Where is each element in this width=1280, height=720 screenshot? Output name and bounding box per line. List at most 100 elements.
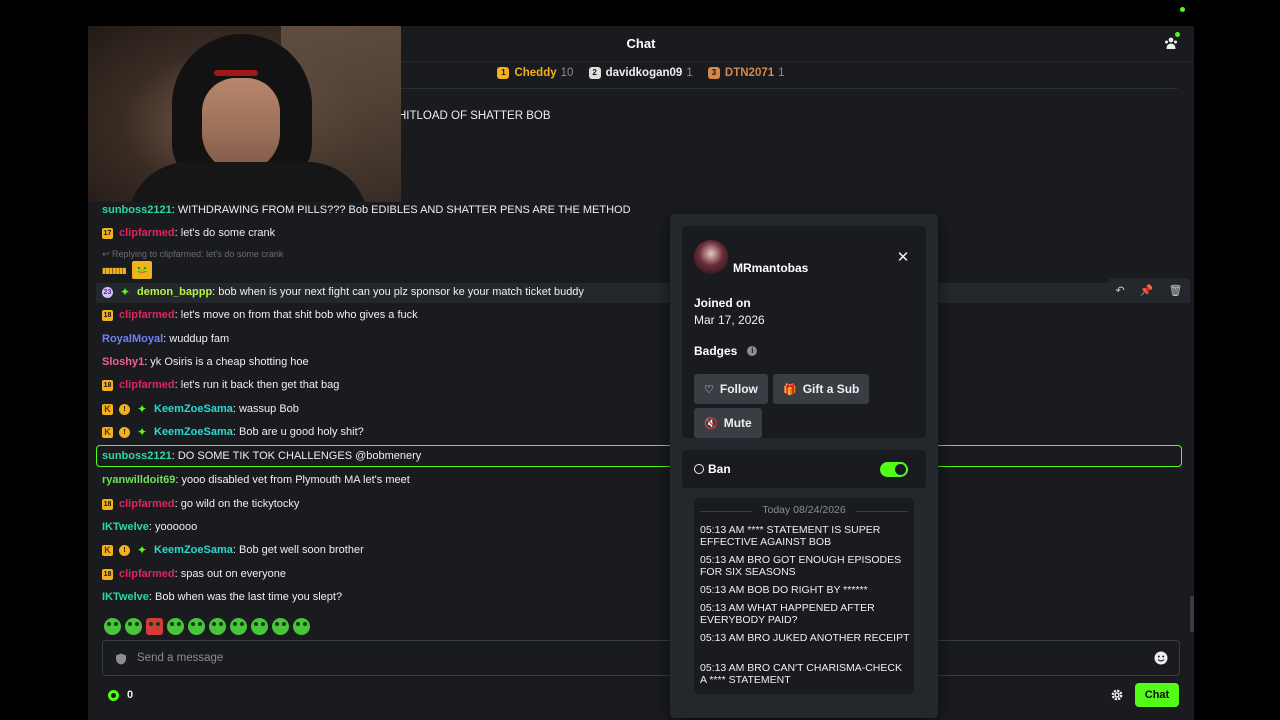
chat-message[interactable]: 18 clipfarmed: go wild on the tickytocky xyxy=(102,494,299,514)
message-text: : bob when is your next fight can you pl… xyxy=(212,286,584,298)
emote-icon[interactable] xyxy=(188,618,205,635)
chat-message[interactable]: IKTwelve: yoooooo xyxy=(102,517,197,537)
gift-icon: 🎁 xyxy=(783,383,797,396)
emote-icon[interactable] xyxy=(125,618,142,635)
gifter-badge-icon: ! xyxy=(119,403,130,415)
emote-icon[interactable] xyxy=(251,618,268,635)
message-username[interactable]: IKTwelve xyxy=(102,587,149,607)
chat-message[interactable]: K ! ✦ KeemZoeSama: wassup Bob xyxy=(102,399,299,419)
message-username[interactable]: ryanwilldoit69 xyxy=(102,470,175,490)
history-time: 05:13 AM xyxy=(700,632,745,644)
webcam-hood-stripe xyxy=(214,70,258,76)
message-username[interactable]: KeemZoeSama xyxy=(154,399,233,419)
emote-icon[interactable] xyxy=(104,618,121,635)
message-username[interactable]: KeemZoeSama xyxy=(154,422,233,442)
emote-icon[interactable] xyxy=(209,618,226,635)
history-text: BOB DO RIGHT BY ****** xyxy=(747,584,868,596)
emote-icon[interactable] xyxy=(146,618,163,635)
og-badge-icon: 23 xyxy=(102,286,113,298)
message-text: : let's do some crank xyxy=(174,227,276,239)
message-username[interactable]: IKTwelve xyxy=(102,517,149,537)
message-text: : wassup Bob xyxy=(232,403,299,415)
heart-icon: ♡ xyxy=(704,383,714,396)
users-icon[interactable] xyxy=(1164,32,1180,50)
emote-icon[interactable] xyxy=(230,618,247,635)
chat-window: Chat 1 Cheddy 10 2 davidkogan09 1 3 DTN2… xyxy=(88,26,1194,720)
emote-icon[interactable] xyxy=(293,618,310,635)
emoji-picker-icon[interactable] xyxy=(1153,650,1169,666)
history-item: 05:13 AM BRO JUKED ANOTHER RECEIPT xyxy=(700,632,910,644)
message-username[interactable]: clipfarmed xyxy=(119,375,175,395)
chat-message[interactable]: 18 clipfarmed: let's run it back then ge… xyxy=(102,375,339,395)
chat-message[interactable]: IKTwelve: Bob when was the last time you… xyxy=(102,587,342,607)
reply-icon[interactable]: ↶ xyxy=(1116,284,1125,297)
chat-message-highlighted[interactable]: sunboss2121: DO SOME TIK TOK CHALLENGES … xyxy=(102,446,421,466)
message-username[interactable]: Sloshy1 xyxy=(102,352,144,372)
message-username[interactable]: clipfarmed xyxy=(119,305,175,325)
chat-message[interactable]: 18 clipfarmed: spas out on everyone xyxy=(102,564,286,584)
message-username[interactable]: clipfarmed xyxy=(119,564,175,584)
reply-text: Replying to clipfarmed: let's do some cr… xyxy=(112,249,284,259)
chat-message[interactable]: RoyalMoyal: wuddup fam xyxy=(102,329,229,349)
leaderboard-entry[interactable]: 3 DTN2071 1 xyxy=(707,67,785,79)
ban-row: Ban xyxy=(682,450,926,488)
mute-label: Mute xyxy=(723,416,752,430)
chat-message[interactable]: 23 ✦ demon_bappp: bob when is your next … xyxy=(102,282,584,302)
gear-icon[interactable] xyxy=(1110,688,1124,702)
ban-toggle[interactable] xyxy=(880,462,908,477)
chat-message[interactable]: sunboss2121: WITHDRAWING FROM PILLS??? B… xyxy=(102,200,631,220)
pin-icon[interactable]: 📌 xyxy=(1140,284,1154,297)
user-card-info: MRmantobas ✕ Joined on Mar 17, 2026 Badg… xyxy=(682,226,926,438)
close-icon[interactable]: ✕ xyxy=(895,250,911,266)
history-time: 05:13 AM xyxy=(700,524,745,536)
reply-indicator[interactable]: ↩ Replying to clipfarmed: let's do some … xyxy=(102,249,283,260)
mute-button[interactable]: 🔇 Mute xyxy=(694,408,762,438)
message-input[interactable] xyxy=(137,641,1117,675)
message-username[interactable]: demon_bappp xyxy=(137,282,212,302)
user-card-username[interactable]: MRmantobas xyxy=(733,261,808,275)
message-username[interactable]: RoyalMoyal xyxy=(102,329,163,349)
message-text: : let's move on from that shit bob who g… xyxy=(174,309,418,321)
users-online-dot xyxy=(1175,32,1180,37)
emote-icon[interactable] xyxy=(167,618,184,635)
leaderboard-entry[interactable]: 1 Cheddy 10 xyxy=(497,67,573,79)
webcam-overlay xyxy=(88,26,401,202)
ban-icon xyxy=(694,464,704,474)
k-badge-icon: K xyxy=(102,544,113,556)
gifter-badge-icon: ! xyxy=(119,426,130,438)
chat-scrollbar[interactable] xyxy=(1190,596,1194,632)
k-badge-icon: K xyxy=(102,403,113,415)
webcam-person-face xyxy=(202,78,280,172)
follow-button[interactable]: ♡ Follow xyxy=(694,374,768,404)
message-username[interactable]: sunboss2121 xyxy=(102,200,172,220)
message-text: : WITHDRAWING FROM PILLS??? Bob EDIBLES … xyxy=(171,204,631,216)
emote-icon[interactable] xyxy=(272,618,289,635)
rank-badge: 1 xyxy=(497,67,510,79)
bars-badge: ▮▮▮▮▮▮▮ xyxy=(102,265,127,275)
message-text: : wuddup fam xyxy=(163,333,230,345)
avatar xyxy=(694,240,728,274)
reply-message[interactable]: ▮▮▮▮▮▮▮ 🐸 xyxy=(102,261,152,279)
info-icon[interactable]: i xyxy=(747,346,758,356)
chat-message[interactable]: 18 clipfarmed: let's move on from that s… xyxy=(102,305,418,325)
message-text: : yooo disabled vet from Plymouth MA let… xyxy=(175,474,410,486)
message-username[interactable]: clipfarmed xyxy=(119,494,175,514)
message-username[interactable]: sunboss2121 xyxy=(102,446,172,466)
sub-badge: 18 xyxy=(102,379,113,391)
leaderboard-entry[interactable]: 2 davidkogan09 1 xyxy=(588,67,693,79)
chat-message[interactable]: K ! ✦ KeemZoeSama: Bob are u good holy s… xyxy=(102,422,364,442)
partial-message: HITLOAD OF SHATTER BOB xyxy=(398,110,551,122)
verified-icon: ✦ xyxy=(119,284,131,299)
chat-message[interactable]: 17 clipfarmed: let's do some crank xyxy=(102,223,275,243)
channel-points[interactable]: 0 xyxy=(108,689,133,701)
chat-message[interactable]: ryanwilldoit69: yooo disabled vet from P… xyxy=(102,470,410,490)
send-chat-button[interactable]: Chat xyxy=(1135,683,1179,707)
chat-message[interactable]: Sloshy1: yk Osiris is a cheap shotting h… xyxy=(102,352,309,372)
message-username[interactable]: clipfarmed xyxy=(119,223,175,243)
gift-sub-button[interactable]: 🎁 Gift a Sub xyxy=(773,374,870,404)
delete-icon[interactable]: 🗑 xyxy=(1169,284,1183,297)
history-item: 05:13 AM BRO CAN'T CHARISMA-CHECK A ****… xyxy=(700,662,910,686)
message-actions: ↶ 📌 🗑 xyxy=(1108,278,1190,302)
message-username[interactable]: KeemZoeSama xyxy=(154,540,233,560)
chat-message[interactable]: K ! ✦ KeemZoeSama: Bob get well soon bro… xyxy=(102,540,364,560)
